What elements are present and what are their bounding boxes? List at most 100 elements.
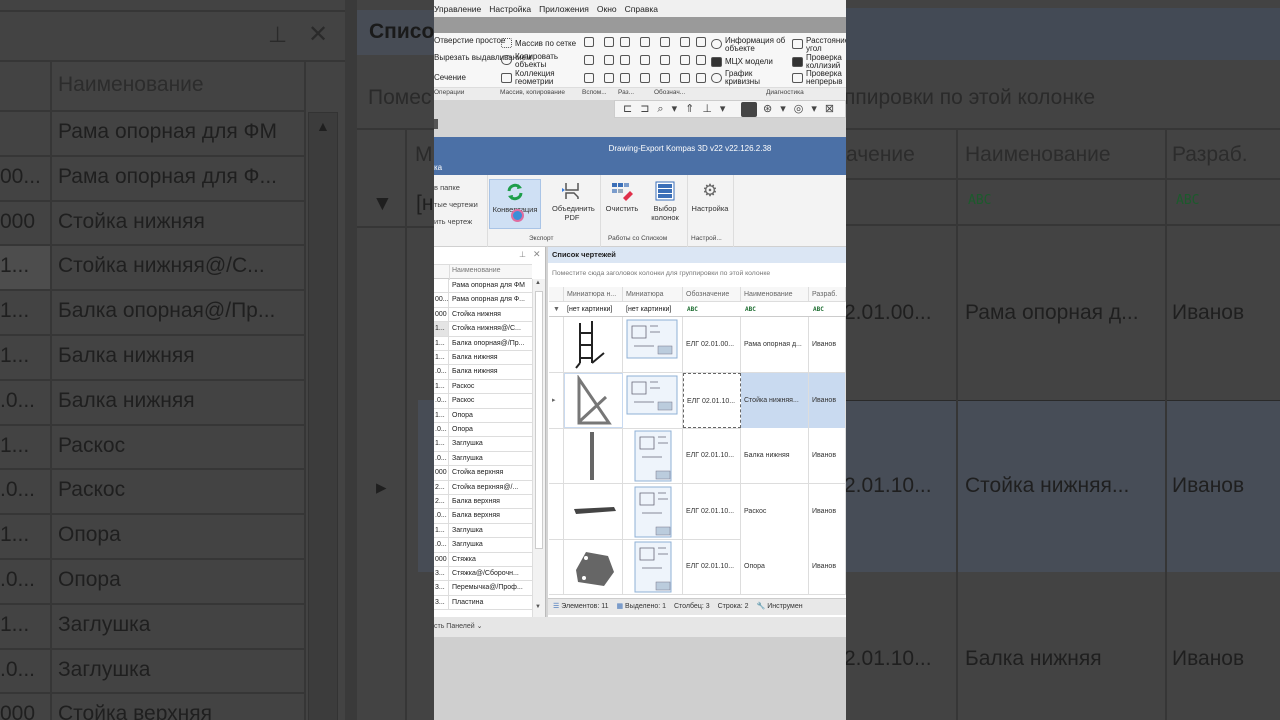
scroll-up-icon[interactable]: ▲ xyxy=(535,280,541,286)
convert-button[interactable]: Конвертация xyxy=(489,179,541,229)
ribbon-grid-array-button[interactable]: Массив по сетке xyxy=(515,40,576,48)
panels-bar[interactable]: сть Панелей ⌄ xyxy=(434,617,846,637)
ribbon-collection-button[interactable]: Коллекция геометрии xyxy=(515,70,577,86)
table-row[interactable]: ЕЛГ 02.01.00... Рама опорная д... Иванов xyxy=(549,317,846,373)
tool-icon[interactable] xyxy=(604,37,614,47)
author-cell[interactable]: Иванов xyxy=(809,428,846,484)
view-tool-icons[interactable]: ⊏⊐⌕▾⇑⊥▾ xyxy=(623,102,733,116)
tool-icon[interactable] xyxy=(680,37,690,47)
list-item[interactable]: .0... Заглушка xyxy=(434,451,532,467)
ribbon-copy-objects-button[interactable]: Копировать объекты xyxy=(515,53,577,69)
list-item[interactable]: 2... Балка верхняя xyxy=(434,495,532,510)
tool-icon[interactable] xyxy=(584,55,594,65)
list-item[interactable]: .0... Раскос xyxy=(434,394,532,409)
menu-item-window[interactable]: Окно xyxy=(597,4,617,14)
tool-icon[interactable] xyxy=(680,73,690,83)
menu-item-apps[interactable]: Приложения xyxy=(539,4,589,14)
status-tools[interactable]: Инструмен xyxy=(767,603,802,610)
table-row[interactable]: ЕЛГ 02.01.10... Раскос Иванов xyxy=(549,483,846,540)
tool-icon[interactable] xyxy=(696,37,706,47)
table-row[interactable]: ЕЛГ 02.01.10... Опора Иванов xyxy=(549,539,846,596)
ribbon-tab[interactable]: ка xyxy=(434,160,846,175)
column-header-thumb-model[interactable]: Миниатюра н... xyxy=(564,287,623,302)
tool-icon[interactable] xyxy=(696,55,706,65)
list-item[interactable]: .0... Заглушка xyxy=(434,538,532,553)
menu-item-manage[interactable]: Управление xyxy=(434,4,481,14)
list-item[interactable]: 1... Стойка нижняя@/С... xyxy=(434,322,532,337)
close-icon[interactable]: ✕ xyxy=(533,249,541,260)
ribbon-continuity-button[interactable]: Проверка непрерыв xyxy=(806,70,846,86)
tool-icon[interactable] xyxy=(640,73,650,83)
ribbon-hole-button[interactable]: Отверстие простое xyxy=(434,37,505,45)
tool-icon[interactable] xyxy=(660,73,670,83)
tool-icon[interactable] xyxy=(620,73,630,83)
ribbon-curvature-button[interactable]: График кривизны xyxy=(725,70,787,86)
name-cell[interactable]: Опора xyxy=(741,539,809,595)
list-item[interactable]: 3... Стяжка@/Сборочн... xyxy=(434,567,532,582)
ribbon-collision-button[interactable]: Проверка коллизий xyxy=(806,54,846,70)
tool-icon[interactable] xyxy=(660,55,670,65)
scroll-down-icon[interactable]: ▼ xyxy=(535,604,541,610)
menu-item-help[interactable]: Справка xyxy=(625,4,658,14)
shaded-view-icon[interactable] xyxy=(741,102,757,117)
designation-cell[interactable]: ЕЛГ 02.01.10... xyxy=(683,483,741,539)
column-header-thumb[interactable]: Миниатюра xyxy=(623,287,683,302)
list-item[interactable]: Рама опорная для ФМ xyxy=(434,279,532,294)
abc-filter-icon[interactable]: ABC xyxy=(813,302,824,317)
tool-icon[interactable] xyxy=(584,73,594,83)
name-cell[interactable]: Балка нижняя xyxy=(741,428,809,484)
column-header-author[interactable]: Разраб. xyxy=(809,287,846,302)
tool-icon[interactable] xyxy=(604,73,614,83)
name-cell[interactable]: Стойка нижняя... xyxy=(741,372,809,428)
column-header-name[interactable]: Наименование xyxy=(741,287,809,302)
tool-icon[interactable] xyxy=(604,55,614,65)
tool-icon[interactable] xyxy=(620,37,630,47)
abc-filter-icon[interactable]: ABC xyxy=(687,302,698,317)
view-tool-icons-2[interactable]: ⊛▾◎▾⊠ xyxy=(763,102,842,115)
column-header-name[interactable]: Наименование xyxy=(452,267,501,274)
name-cell[interactable]: Рама опорная д... xyxy=(741,317,809,372)
panels-label[interactable]: сть Панелей ⌄ xyxy=(434,623,482,630)
list-item[interactable]: 1... Опора xyxy=(434,408,532,423)
list-item[interactable]: .0... Балка верхняя xyxy=(434,509,532,524)
list-item[interactable]: 00... Рама опорная для Ф... xyxy=(434,293,532,308)
list-item[interactable]: 1... Балка опорная@/Пр... xyxy=(434,336,532,351)
ribbon-drawing-item[interactable]: ить чертеж xyxy=(434,218,472,226)
list-item[interactable]: 000 Стойка нижняя xyxy=(434,307,532,323)
ribbon-distance-button[interactable]: Расстояние угол xyxy=(806,37,846,53)
menu-item-settings[interactable]: Настройка xyxy=(489,4,531,14)
table-row[interactable]: ЕЛГ 02.01.10... Балка нижняя Иванов xyxy=(549,428,846,485)
group-by-hint[interactable]: Поместите сюда заголовок колонки для гру… xyxy=(552,270,770,277)
ribbon-mass-props-button[interactable]: МЦХ модели xyxy=(725,58,773,66)
filter-thumb[interactable]: [нет картинки] xyxy=(626,302,671,317)
list-item[interactable]: 1... Балка нижняя xyxy=(434,351,532,366)
list-item[interactable]: 3... Пластина xyxy=(434,595,532,611)
tool-icon[interactable] xyxy=(584,37,594,47)
tool-icon[interactable] xyxy=(680,55,690,65)
tool-icon[interactable] xyxy=(696,73,706,83)
clear-button[interactable]: Очистить xyxy=(602,179,642,229)
scrollbar-thumb[interactable] xyxy=(535,291,543,549)
abc-filter-icon[interactable]: ABC xyxy=(745,302,756,317)
designation-cell[interactable]: ЕЛГ 02.01.10... xyxy=(683,372,741,428)
list-item[interactable]: 1... Заглушка xyxy=(434,437,532,452)
ribbon-folder-item[interactable]: в папке xyxy=(434,184,460,192)
list-item[interactable]: 1... Раскос xyxy=(434,379,532,395)
choose-columns-button[interactable]: Выбор колонок xyxy=(644,179,686,229)
scrollbar[interactable]: ▲ ▼ xyxy=(532,279,545,617)
filter-thumb-model[interactable]: [нет картинки] xyxy=(567,302,612,317)
tool-icon[interactable] xyxy=(620,55,630,65)
merge-pdf-button[interactable]: Объединить PDF xyxy=(546,179,598,229)
list-item[interactable]: 000 Стяжка xyxy=(434,552,532,567)
ribbon-info-button[interactable]: Информация об объекте xyxy=(725,37,787,53)
list-item[interactable]: 3... Перемычка@/Проф... xyxy=(434,581,532,596)
pin-icon[interactable]: ⊥ xyxy=(519,250,526,259)
settings-button[interactable]: ⚙ Настройка xyxy=(688,179,732,229)
column-header-designation[interactable]: Обозначение xyxy=(683,287,741,302)
designation-cell[interactable]: ЕЛГ 02.01.10... xyxy=(683,539,741,595)
tool-icon[interactable] xyxy=(660,37,670,47)
author-cell[interactable]: Иванов xyxy=(809,372,846,428)
list-item[interactable]: 000 Стойка верхняя xyxy=(434,466,532,481)
ribbon-open-drawings-item[interactable]: тые чертежи xyxy=(434,201,478,209)
table-row[interactable]: ▸ ЕЛГ 02.01.10... Стойка нижняя... Ивано… xyxy=(549,372,846,429)
